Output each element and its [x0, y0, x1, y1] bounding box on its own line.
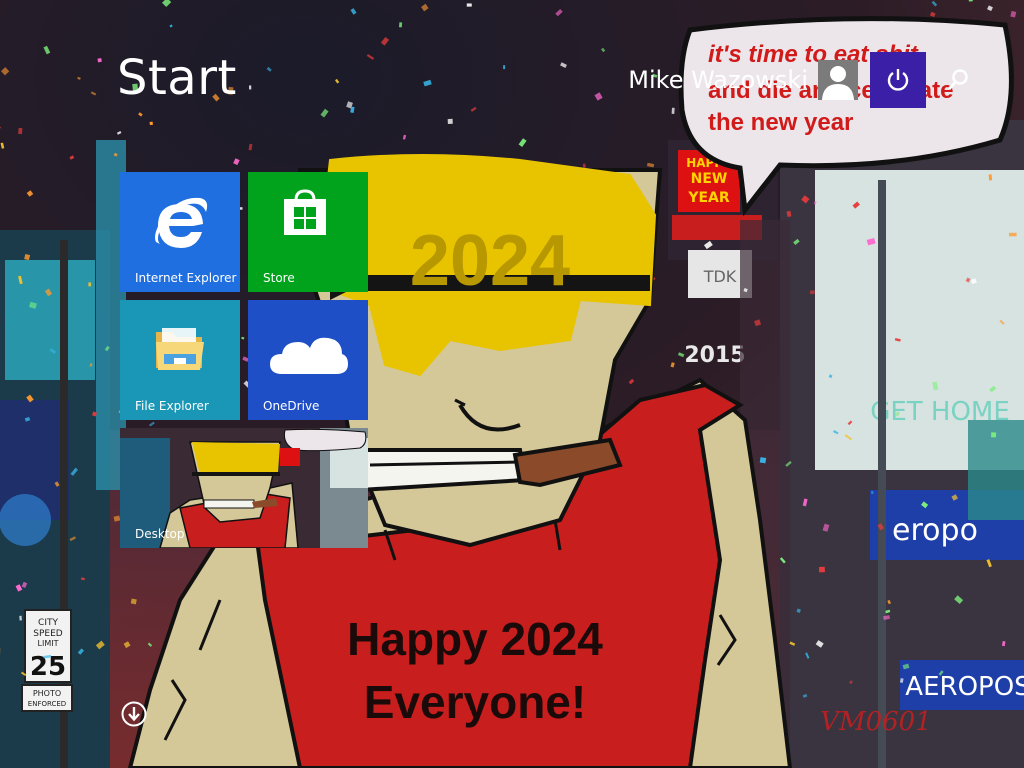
svg-text:NEW: NEW — [691, 171, 728, 187]
billboard-2015: 2015 — [684, 343, 745, 368]
search-button[interactable] — [944, 66, 972, 94]
store-icon — [284, 189, 326, 235]
artist-signature: VM0601 — [820, 707, 932, 737]
svg-text:LIMIT: LIMIT — [38, 639, 59, 648]
tile-label: Internet Explorer — [135, 271, 237, 285]
confetti-piece — [988, 174, 993, 181]
right-buildings: GET HOME eropo AEROPOS — [780, 120, 1024, 768]
confetti-piece — [18, 127, 23, 135]
tile-desktop[interactable]: Desktop — [120, 428, 368, 548]
confetti-piece — [759, 457, 767, 464]
confetti-piece — [19, 615, 22, 621]
billboard-aeropos: AEROPOS — [905, 672, 1024, 702]
confetti-piece — [991, 432, 997, 438]
billboard-aero: eropo — [892, 513, 978, 548]
search-icon — [947, 69, 968, 91]
user-avatar[interactable] — [818, 60, 858, 100]
confetti-piece — [130, 598, 137, 605]
onedrive-icon — [270, 337, 348, 374]
tile-label: Desktop — [135, 527, 185, 541]
tile-internet-explorer[interactable]: Internet Explorer — [120, 172, 240, 292]
speech-line-3: the new year — [708, 109, 853, 136]
confetti-piece — [88, 282, 92, 287]
internet-explorer-icon — [155, 197, 208, 248]
tile-label: Store — [263, 271, 295, 285]
shirt-text-line1: Happy 2024 — [347, 613, 603, 665]
confetti-piece — [398, 22, 403, 28]
svg-text:ENFORCED: ENFORCED — [28, 700, 66, 708]
confetti-piece — [149, 121, 154, 126]
shirt-text-line2: Everyone! — [364, 676, 586, 728]
confetti-piece — [809, 290, 815, 295]
sign-city-text: CITY — [38, 618, 58, 628]
svg-text:YEAR: YEAR — [687, 190, 730, 206]
confetti-piece — [466, 3, 472, 7]
power-button[interactable] — [870, 52, 926, 108]
tile-label: OneDrive — [263, 399, 320, 413]
svg-text:SPEED: SPEED — [33, 629, 63, 639]
tile-label: File Explorer — [135, 399, 209, 413]
confetti-piece — [871, 490, 874, 495]
billboard-tdk: TDK — [703, 267, 737, 286]
glasses-2024-text: 2024 — [410, 221, 570, 301]
power-icon — [887, 69, 909, 91]
confetti-piece — [447, 118, 453, 124]
confetti-piece — [249, 85, 252, 90]
start-screen: CITY SPEED LIMIT 25 PHOTO ENFORCED GET H… — [0, 0, 1024, 768]
left-buildings: CITY SPEED LIMIT 25 PHOTO ENFORCED — [0, 140, 126, 768]
svg-text:PHOTO: PHOTO — [33, 689, 61, 698]
confetti-piece — [671, 107, 675, 114]
confetti-piece — [503, 65, 506, 70]
all-apps-button[interactable] — [121, 701, 147, 727]
confetti-piece — [818, 566, 825, 573]
arrow-down-circle-icon — [121, 701, 147, 727]
confetti-piece — [97, 58, 102, 63]
user-silhouette-icon — [822, 66, 854, 100]
file-explorer-icon — [156, 328, 204, 370]
tile-onedrive[interactable]: OneDrive — [248, 300, 368, 420]
start-title: Start — [117, 50, 237, 106]
user-name[interactable]: Mike Wazowski — [628, 66, 808, 94]
confetti-piece — [968, 0, 973, 2]
tile-file-explorer[interactable]: File Explorer — [120, 300, 240, 420]
tile-store[interactable]: Store — [248, 172, 368, 292]
confetti-piece — [1009, 232, 1017, 237]
